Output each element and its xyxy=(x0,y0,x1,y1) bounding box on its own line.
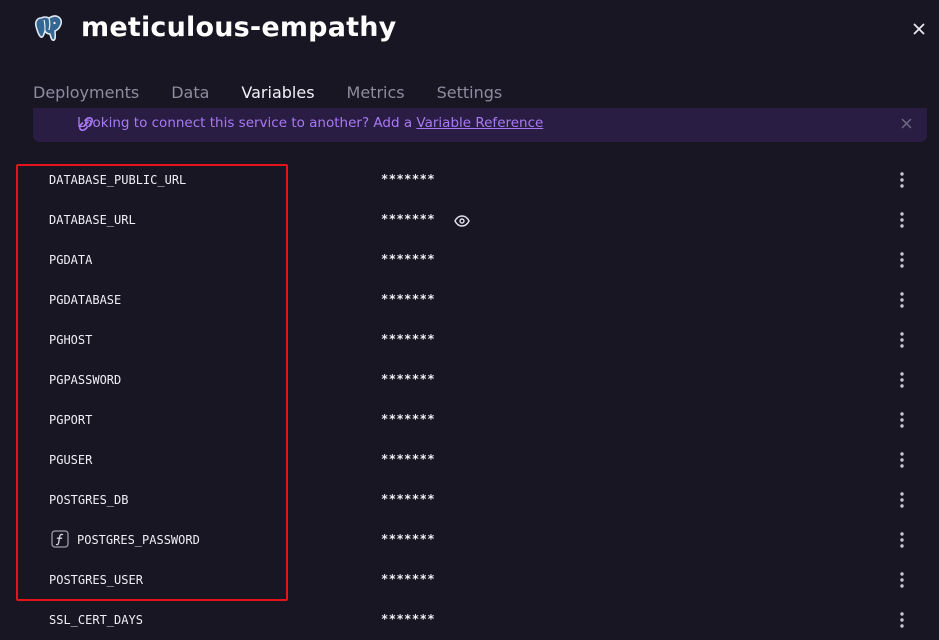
eye-icon[interactable] xyxy=(454,213,470,227)
variable-value[interactable]: ******* xyxy=(381,251,435,267)
variable-name: SSL_CERT_DAYS xyxy=(49,613,143,627)
variable-reference-link[interactable]: Variable Reference xyxy=(416,115,543,131)
more-vertical-icon[interactable] xyxy=(893,530,911,550)
variable-value[interactable]: ******* xyxy=(381,211,435,227)
service-header: meticulous-empathy xyxy=(0,0,939,60)
variable-row[interactable]: PGPASSWORD ******* xyxy=(0,360,939,400)
variable-row[interactable]: PGPORT ******* xyxy=(0,400,939,440)
variable-value[interactable]: ******* xyxy=(381,371,435,387)
variable-row[interactable]: SSL_CERT_DAYS ******* xyxy=(0,600,939,640)
function-icon xyxy=(51,530,69,548)
more-vertical-icon[interactable] xyxy=(893,330,911,350)
close-icon[interactable] xyxy=(897,114,915,132)
banner-text: Looking to connect this service to anoth… xyxy=(77,115,417,131)
variable-row[interactable]: POSTGRES_DB ******* xyxy=(0,480,939,520)
variable-row[interactable]: DATABASE_URL ******* xyxy=(0,200,939,240)
variable-name: PGPORT xyxy=(49,413,93,427)
variable-name: PGDATABASE xyxy=(49,293,122,307)
variable-row[interactable]: PGHOST ******* xyxy=(0,320,939,360)
more-vertical-icon[interactable] xyxy=(893,410,911,430)
variable-value[interactable]: ******* xyxy=(381,171,435,187)
more-vertical-icon[interactable] xyxy=(893,450,911,470)
variable-value[interactable]: ******* xyxy=(381,331,435,347)
more-vertical-icon[interactable] xyxy=(893,610,911,630)
variable-value[interactable]: ******* xyxy=(381,411,435,427)
variable-name: POSTGRES_PASSWORD xyxy=(77,533,200,547)
variable-value[interactable]: ******* xyxy=(381,611,435,627)
service-title: meticulous-empathy xyxy=(81,12,397,43)
variable-row[interactable]: PGDATABASE ******* xyxy=(0,280,939,320)
more-vertical-icon[interactable] xyxy=(893,570,911,590)
variable-value[interactable]: ******* xyxy=(381,531,435,547)
variable-row[interactable]: DATABASE_PUBLIC_URL ******* xyxy=(0,160,939,200)
variable-value[interactable]: ******* xyxy=(381,491,435,507)
close-icon[interactable] xyxy=(908,18,930,40)
more-vertical-icon[interactable] xyxy=(893,210,911,230)
more-vertical-icon[interactable] xyxy=(893,370,911,390)
variable-value[interactable]: ******* xyxy=(381,291,435,307)
variable-name: PGUSER xyxy=(49,453,93,467)
variable-row[interactable]: PGUSER ******* xyxy=(0,440,939,480)
variable-value[interactable]: ******* xyxy=(381,451,435,467)
variable-name: POSTGRES_DB xyxy=(49,493,129,507)
variable-name: PGHOST xyxy=(49,333,93,347)
variable-name: DATABASE_URL xyxy=(49,213,136,227)
variable-name: PGPASSWORD xyxy=(49,373,122,387)
more-vertical-icon[interactable] xyxy=(893,250,911,270)
more-vertical-icon[interactable] xyxy=(893,490,911,510)
variable-name: POSTGRES_USER xyxy=(49,573,143,587)
variable-list: DATABASE_PUBLIC_URL ******* DATABASE_URL… xyxy=(0,160,939,640)
more-vertical-icon[interactable] xyxy=(893,290,911,310)
variable-row[interactable]: PGDATA ******* xyxy=(0,240,939,280)
variable-name: DATABASE_PUBLIC_URL xyxy=(49,173,187,187)
variable-row[interactable]: POSTGRES_USER ******* xyxy=(0,560,939,600)
more-vertical-icon[interactable] xyxy=(893,170,911,190)
variable-name: PGDATA xyxy=(49,253,93,267)
postgresql-elephant-icon xyxy=(33,12,65,44)
variable-reference-banner: Looking to connect this service to anoth… xyxy=(33,108,927,142)
variable-value[interactable]: ******* xyxy=(381,571,435,587)
variable-row[interactable]: POSTGRES_PASSWORD ******* xyxy=(0,520,939,560)
banner-message: Looking to connect this service to anoth… xyxy=(77,114,543,132)
